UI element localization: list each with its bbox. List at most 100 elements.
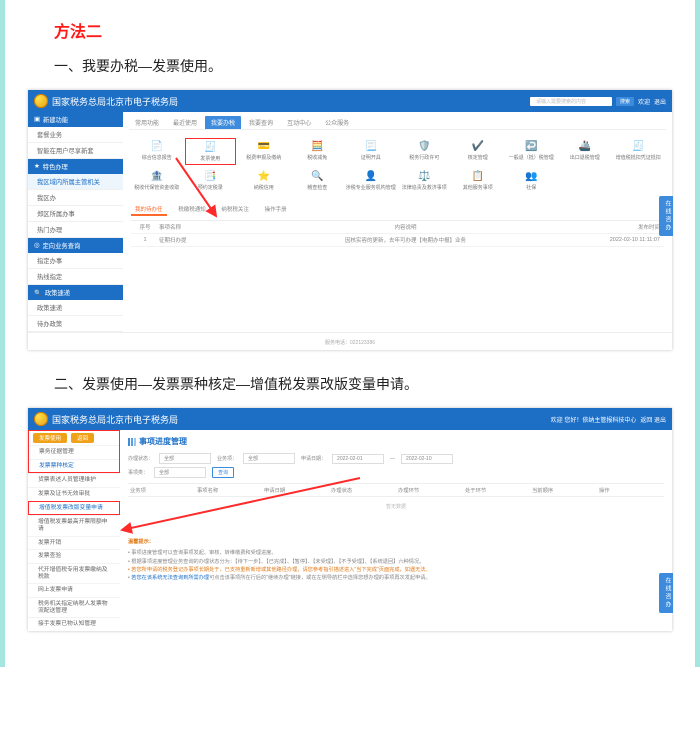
sidebar-item[interactable]: 智能在用户尽享新套 xyxy=(28,143,123,159)
app-item[interactable]: ↩️一般退（抵）税管理 xyxy=(506,138,558,165)
table-header: 序号 事项名称 内容说明 发布时间 xyxy=(131,221,664,234)
sidebar: 发票使用 返回 票务征据管理 发票票种核定 货票表述人员管理维护 发票及证书无效… xyxy=(28,430,120,631)
sidebar-item[interactable]: 政策速递 xyxy=(28,300,123,316)
tips: 温馨提示： • 事项进度管理可以查询事项发起、审核、转维缴费和受理进度。 • 根… xyxy=(128,538,664,583)
tab-interact[interactable]: 互动中心 xyxy=(281,116,317,129)
app-item[interactable]: 🏦税收代保管资金收取 xyxy=(131,168,183,193)
sidebar-item[interactable]: 网上发票申请 xyxy=(28,583,120,597)
sidebar-item[interactable]: 发票及证书无效审批 xyxy=(28,487,120,501)
table-row[interactable]: 1 征期扫办提 因核实容的更新，去年可办理【电期办中报】业务 2022-02-1… xyxy=(131,234,664,247)
decor-right xyxy=(695,0,700,667)
sidebar-section-new[interactable]: ▣ 新建功能 xyxy=(28,112,123,127)
sidebar-item[interactable]: 接手发票已物认知管理 xyxy=(28,617,120,631)
app-item[interactable]: 👥社保 xyxy=(506,168,558,193)
app-item[interactable]: 🚢出口退税管理 xyxy=(559,138,611,165)
app-item[interactable]: 📃证明开具 xyxy=(345,138,397,165)
app-item[interactable]: ⚖️法律追责及救济事项 xyxy=(399,168,451,193)
date-to[interactable]: 2022-02-10 xyxy=(401,454,453,464)
invoice-icon: 🧾 xyxy=(203,141,217,155)
logout-link[interactable]: 返回 退出 xyxy=(640,415,666,424)
app-item-invoice[interactable]: 🧾发票使用 xyxy=(185,138,237,165)
sidebar-item[interactable]: 热门办理 xyxy=(28,222,123,238)
tab-common[interactable]: 常用功能 xyxy=(129,116,165,129)
table-empty: 暂无数据 xyxy=(128,497,664,516)
chart-icon: ▣ xyxy=(34,116,40,123)
select-status[interactable]: 全部 xyxy=(159,453,211,464)
credit-icon: ⭐ xyxy=(257,170,271,184)
screenshot-1: 国家税务总局北京市电子税务局 请输入需要搜索的内容 搜索 欢迎 退出 ▣ 新建功… xyxy=(28,90,672,350)
tab-recent[interactable]: 最近使用 xyxy=(167,116,203,129)
app-title: 国家税务总局北京市电子税务局 xyxy=(52,413,178,426)
sidebar-item[interactable]: 增值税发票最高开票限额申请 xyxy=(28,515,120,535)
reserve-icon: 📑 xyxy=(203,170,217,184)
select-cat[interactable]: 全部 xyxy=(154,467,206,478)
refund-icon: ↩️ xyxy=(524,140,538,154)
help-floater[interactable]: 在线咨办 xyxy=(659,196,673,236)
sidebar-item[interactable]: 待办政策 xyxy=(28,316,123,332)
tab-query[interactable]: 我要查询 xyxy=(243,116,279,129)
sidebar-item[interactable]: 我区域内所属主管机关 xyxy=(28,174,123,190)
safe-icon: 🏦 xyxy=(150,170,164,184)
bars-icon xyxy=(128,438,136,446)
other-icon: 📋 xyxy=(471,170,485,184)
app-header: 国家税务总局北京市电子税务局 请输入需要搜索的内容 搜索 欢迎 退出 xyxy=(28,90,672,112)
logout-link[interactable]: 退出 xyxy=(654,97,666,106)
help-floater[interactable]: 在线咨办 xyxy=(659,573,673,613)
sidebar-item[interactable]: 票务征据管理 xyxy=(29,445,119,459)
app-item[interactable]: 📄综合信息报告 xyxy=(131,138,183,165)
query-button[interactable]: 查询 xyxy=(212,467,234,478)
tab-public[interactable]: 公众服务 xyxy=(319,116,355,129)
app-item[interactable]: 🔍稽查检查 xyxy=(292,168,344,193)
app-item[interactable]: 📑预约定税录 xyxy=(185,168,237,193)
sidebar-item-invoice-type[interactable]: 发票票种核定 xyxy=(29,459,119,473)
footer-text: 服务电话：022123386 xyxy=(28,332,672,350)
welcome-text: 欢迎 xyxy=(638,97,650,106)
sidebar-btn-invoice[interactable]: 发票使用 xyxy=(33,433,67,443)
header-welcome: 欢迎 您好！依纳主管报科技中心 xyxy=(551,415,637,424)
app-item[interactable]: 💳税费申报及缴纳 xyxy=(238,138,290,165)
tab-do-tax[interactable]: 我要办税 xyxy=(205,116,241,129)
law-icon: ⚖️ xyxy=(417,170,431,184)
permit-icon: 🛡️ xyxy=(417,140,431,154)
sidebar-btn-back[interactable]: 返回 xyxy=(71,433,94,443)
search-icon: 🔍 xyxy=(34,289,42,297)
sidebar-item[interactable]: 我区办 xyxy=(28,190,123,206)
service-icon: 👤 xyxy=(364,170,378,184)
app-item[interactable]: 🛡️税务行政许可 xyxy=(399,138,451,165)
sidebar-item[interactable]: 代开增值税专用发票缴纳及税款 xyxy=(28,563,120,583)
select-biz[interactable]: 全部 xyxy=(243,453,295,464)
sidebar-item[interactable]: 套餐业务 xyxy=(28,127,123,143)
date-from[interactable]: 2022-02-01 xyxy=(332,454,384,464)
sidebar-item[interactable]: 热线指定 xyxy=(28,269,123,285)
target-icon: ◎ xyxy=(34,242,40,249)
sidebar: ▣ 新建功能 套餐业务 智能在用户尽享新套 ★ 特色办理 我区域内所属主管机关 … xyxy=(28,112,123,332)
check-icon: ✔️ xyxy=(471,140,485,154)
step-2: 二、发票使用—发票票种核定—增值税发票改版变量申请。 xyxy=(54,374,700,394)
sidebar-section-query[interactable]: ◎ 定向业务查询 xyxy=(28,238,123,253)
app-item[interactable]: 🧮税收减免 xyxy=(292,138,344,165)
sidebar-section-feature[interactable]: ★ 特色办理 xyxy=(28,159,123,174)
sidebar-item-vat-change[interactable]: 增值税发票改版变量申请 xyxy=(28,501,120,516)
app-item[interactable]: ⭐纳税信用 xyxy=(238,168,290,193)
search-button[interactable]: 搜索 xyxy=(616,97,634,106)
subtab-todo[interactable]: 我的待办任 xyxy=(131,204,167,216)
export-icon: 🚢 xyxy=(578,140,592,154)
subtab-follow[interactable]: 纳税税关注 xyxy=(217,204,253,216)
sidebar-item[interactable]: 发票查验 xyxy=(28,549,120,563)
tax-logo xyxy=(34,94,48,108)
sidebar-section-policy[interactable]: 🔍 政策速递 xyxy=(28,285,123,300)
app-item[interactable]: ✔️核定管理 xyxy=(452,138,504,165)
sidebar-item[interactable]: 郑区所属办事 xyxy=(28,206,123,222)
app-item[interactable]: 📋其他服务事项 xyxy=(452,168,504,193)
subtab-notice[interactable]: 税缴税通知 xyxy=(174,204,210,216)
search-input[interactable]: 请输入需要搜索的内容 xyxy=(530,97,612,106)
calc-icon: 🧮 xyxy=(310,140,324,154)
screenshot-2: 国家税务总局北京市电子税务局 欢迎 您好！依纳主管报科技中心 返回 退出 发票使… xyxy=(28,408,672,631)
sidebar-item[interactable]: 货票表述人员管理维护 xyxy=(28,473,120,487)
app-item[interactable]: 👤涉税专业服务机构管理 xyxy=(345,168,397,193)
sidebar-item[interactable]: 发票开销 xyxy=(28,536,120,550)
subtab-manual[interactable]: 操作手册 xyxy=(261,204,291,216)
sidebar-item[interactable]: 指定办事 xyxy=(28,253,123,269)
sidebar-item[interactable]: 税务机关指定纳税人发票物流配送管理 xyxy=(28,597,120,617)
app-item[interactable]: 🧾增值税抵扣凭证抵扣 xyxy=(613,138,665,165)
